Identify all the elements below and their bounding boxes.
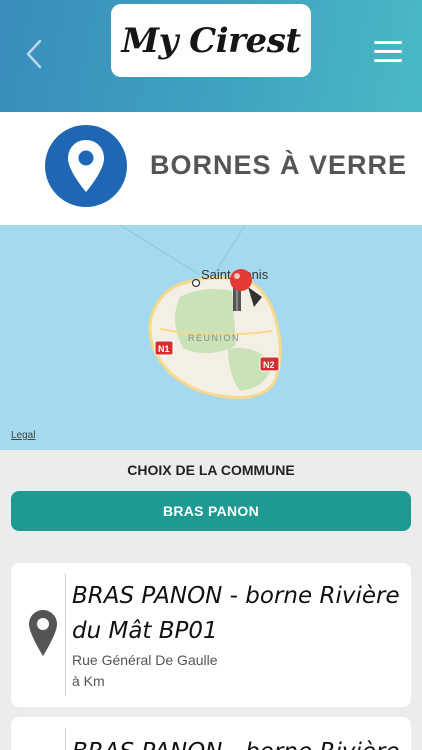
menu-button[interactable] xyxy=(374,41,402,65)
hamburger-menu-icon xyxy=(374,41,402,44)
back-button[interactable] xyxy=(22,38,46,70)
chevron-left-icon xyxy=(26,39,42,69)
address-line-1: Rue Général De Gaulle xyxy=(72,652,218,668)
result-address: Rue Général De Gaulle à Km xyxy=(72,650,218,692)
road-label-n2: N2 xyxy=(263,360,275,370)
result-title: BRAS PANON - borne Rivière du Mât BP01 xyxy=(72,583,400,644)
map-pin-icon xyxy=(29,610,57,656)
map-island-label: REUNION xyxy=(188,333,240,343)
road-label-n1: N1 xyxy=(158,344,170,354)
map-legal-link[interactable]: Legal xyxy=(11,430,35,441)
section-header: BORNES À VERRE xyxy=(0,112,422,225)
page-title: BORNES À VERRE xyxy=(150,150,408,180)
commune-select-button[interactable]: BRAS PANON xyxy=(11,491,411,531)
app-header: My Cirest xyxy=(0,0,422,112)
result-card[interactable]: BRAS PANON - borne Rivière du Mât BP01 R… xyxy=(11,563,411,707)
app-logo: My Cirest xyxy=(111,4,311,77)
map-view[interactable]: Saint-Denis REUNION N1 N2 Legal xyxy=(0,225,422,450)
result-title: BRAS PANON - borne Rivière xyxy=(72,735,402,750)
address-line-2: à Km xyxy=(72,673,105,689)
card-divider xyxy=(65,574,66,696)
result-card[interactable]: BRAS PANON - borne Rivière xyxy=(11,717,411,750)
location-pin-icon xyxy=(45,125,127,207)
card-divider xyxy=(65,728,66,750)
logo-text: My Cirest xyxy=(121,20,301,61)
commune-label: CHOIX DE LA COMMUNE xyxy=(127,462,295,478)
